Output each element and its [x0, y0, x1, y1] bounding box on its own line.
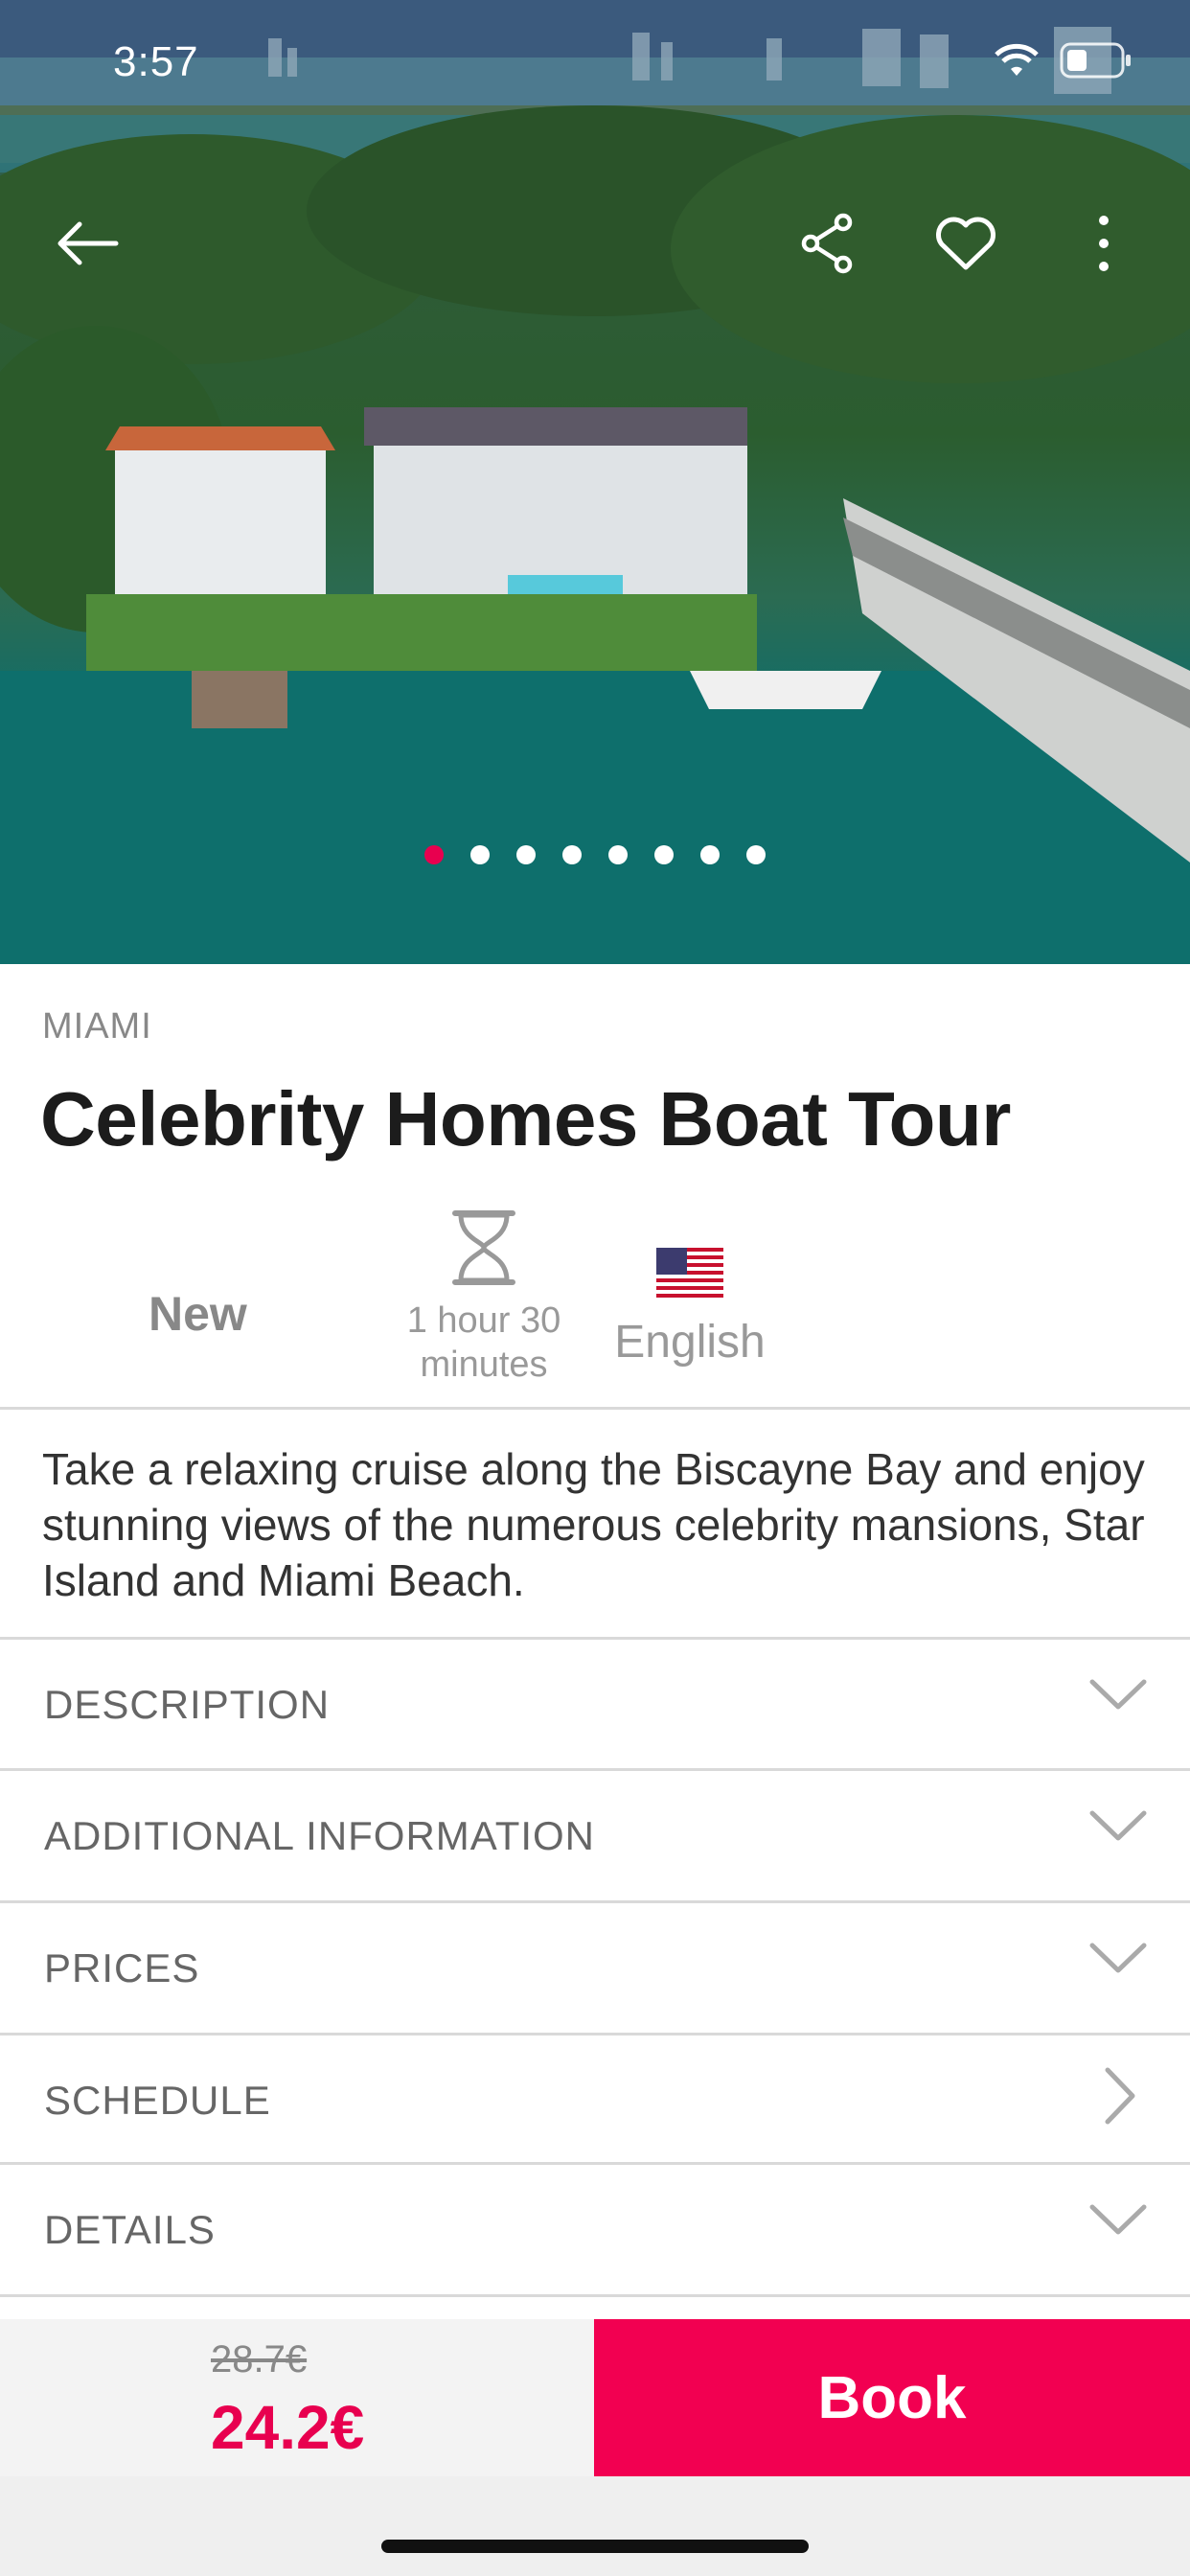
favorite-button[interactable]: [926, 203, 1006, 284]
carousel-dot-active[interactable]: [424, 845, 444, 864]
tour-title: Celebrity Homes Boat Tour: [40, 1076, 1011, 1162]
divider: [0, 2294, 1190, 2297]
more-options-button[interactable]: [1064, 203, 1144, 284]
heart-icon: [936, 217, 995, 270]
chevron-down-icon: [1089, 1943, 1147, 1973]
aerial-photo-icon: [0, 0, 1190, 964]
arrow-left-icon: [57, 221, 119, 265]
section-label: PRICES: [44, 1945, 200, 1990]
section-details[interactable]: DETAILS: [0, 2165, 1190, 2295]
tour-detail-screen: 3:57 MIAMI Celebrity Homes Boat Tour New…: [0, 0, 1190, 2576]
booking-bar: 28.7€ 24.2€ Book: [0, 2319, 1190, 2476]
section-prices[interactable]: PRICES: [0, 1903, 1190, 2034]
section-label: DETAILS: [44, 2207, 216, 2252]
divider: [0, 1407, 1190, 1410]
section-label: SCHEDULE: [44, 2078, 271, 2123]
duration-line-1: 1 hour 30: [406, 1300, 561, 1341]
section-additional-information[interactable]: ADDITIONAL INFORMATION: [0, 1771, 1190, 1901]
chevron-right-icon: [1105, 2067, 1135, 2125]
share-icon: [801, 213, 853, 274]
battery-icon: [1060, 42, 1131, 79]
city-label: MIAMI: [42, 1006, 152, 1046]
price-box: 28.7€ 24.2€: [0, 2319, 594, 2476]
section-schedule[interactable]: SCHEDULE: [0, 2036, 1190, 2166]
carousel-dots[interactable]: [0, 845, 1190, 864]
chevron-down-icon: [1089, 1810, 1147, 1841]
chevron-down-icon: [1089, 2204, 1147, 2235]
carousel-dot[interactable]: [608, 845, 628, 864]
carousel-dot[interactable]: [746, 845, 766, 864]
duration-text: 1 hour 30 minutes: [393, 1299, 575, 1387]
us-flag-icon: [656, 1248, 723, 1298]
new-badge: New: [149, 1287, 247, 1341]
more-vertical-icon: [1099, 216, 1109, 271]
tour-summary: Take a relaxing cruise along the Biscayn…: [42, 1444, 1145, 1605]
status-icons: [993, 42, 1133, 79]
hero-image-carousel[interactable]: 3:57: [0, 0, 1190, 964]
share-button[interactable]: [788, 203, 868, 284]
carousel-dot[interactable]: [470, 845, 490, 864]
back-button[interactable]: [46, 203, 126, 284]
discounted-price: 24.2€: [211, 2393, 365, 2462]
status-time: 3:57: [113, 38, 199, 85]
carousel-dot[interactable]: [516, 845, 536, 864]
language-info: English: [594, 1248, 786, 1368]
home-indicator-area: [0, 2476, 1190, 2576]
carousel-dot[interactable]: [654, 845, 674, 864]
carousel-dot[interactable]: [700, 845, 720, 864]
hourglass-icon: [452, 1210, 515, 1285]
tour-meta: New 1 hour 30 minutes English: [0, 1209, 1190, 1406]
section-label: ADDITIONAL INFORMATION: [44, 1813, 596, 1858]
duration-info: 1 hour 30 minutes: [393, 1209, 575, 1387]
section-label: DESCRIPTION: [44, 1682, 331, 1727]
carousel-dot[interactable]: [562, 845, 582, 864]
wifi-icon: [995, 43, 1039, 76]
language-text: English: [614, 1317, 766, 1368]
home-indicator[interactable]: [381, 2540, 809, 2553]
original-price: 28.7€: [211, 2338, 308, 2380]
section-description[interactable]: DESCRIPTION: [0, 1640, 1190, 1770]
duration-line-2: minutes: [420, 1345, 548, 1385]
chevron-down-icon: [1089, 1679, 1147, 1710]
book-button[interactable]: Book: [594, 2319, 1190, 2476]
